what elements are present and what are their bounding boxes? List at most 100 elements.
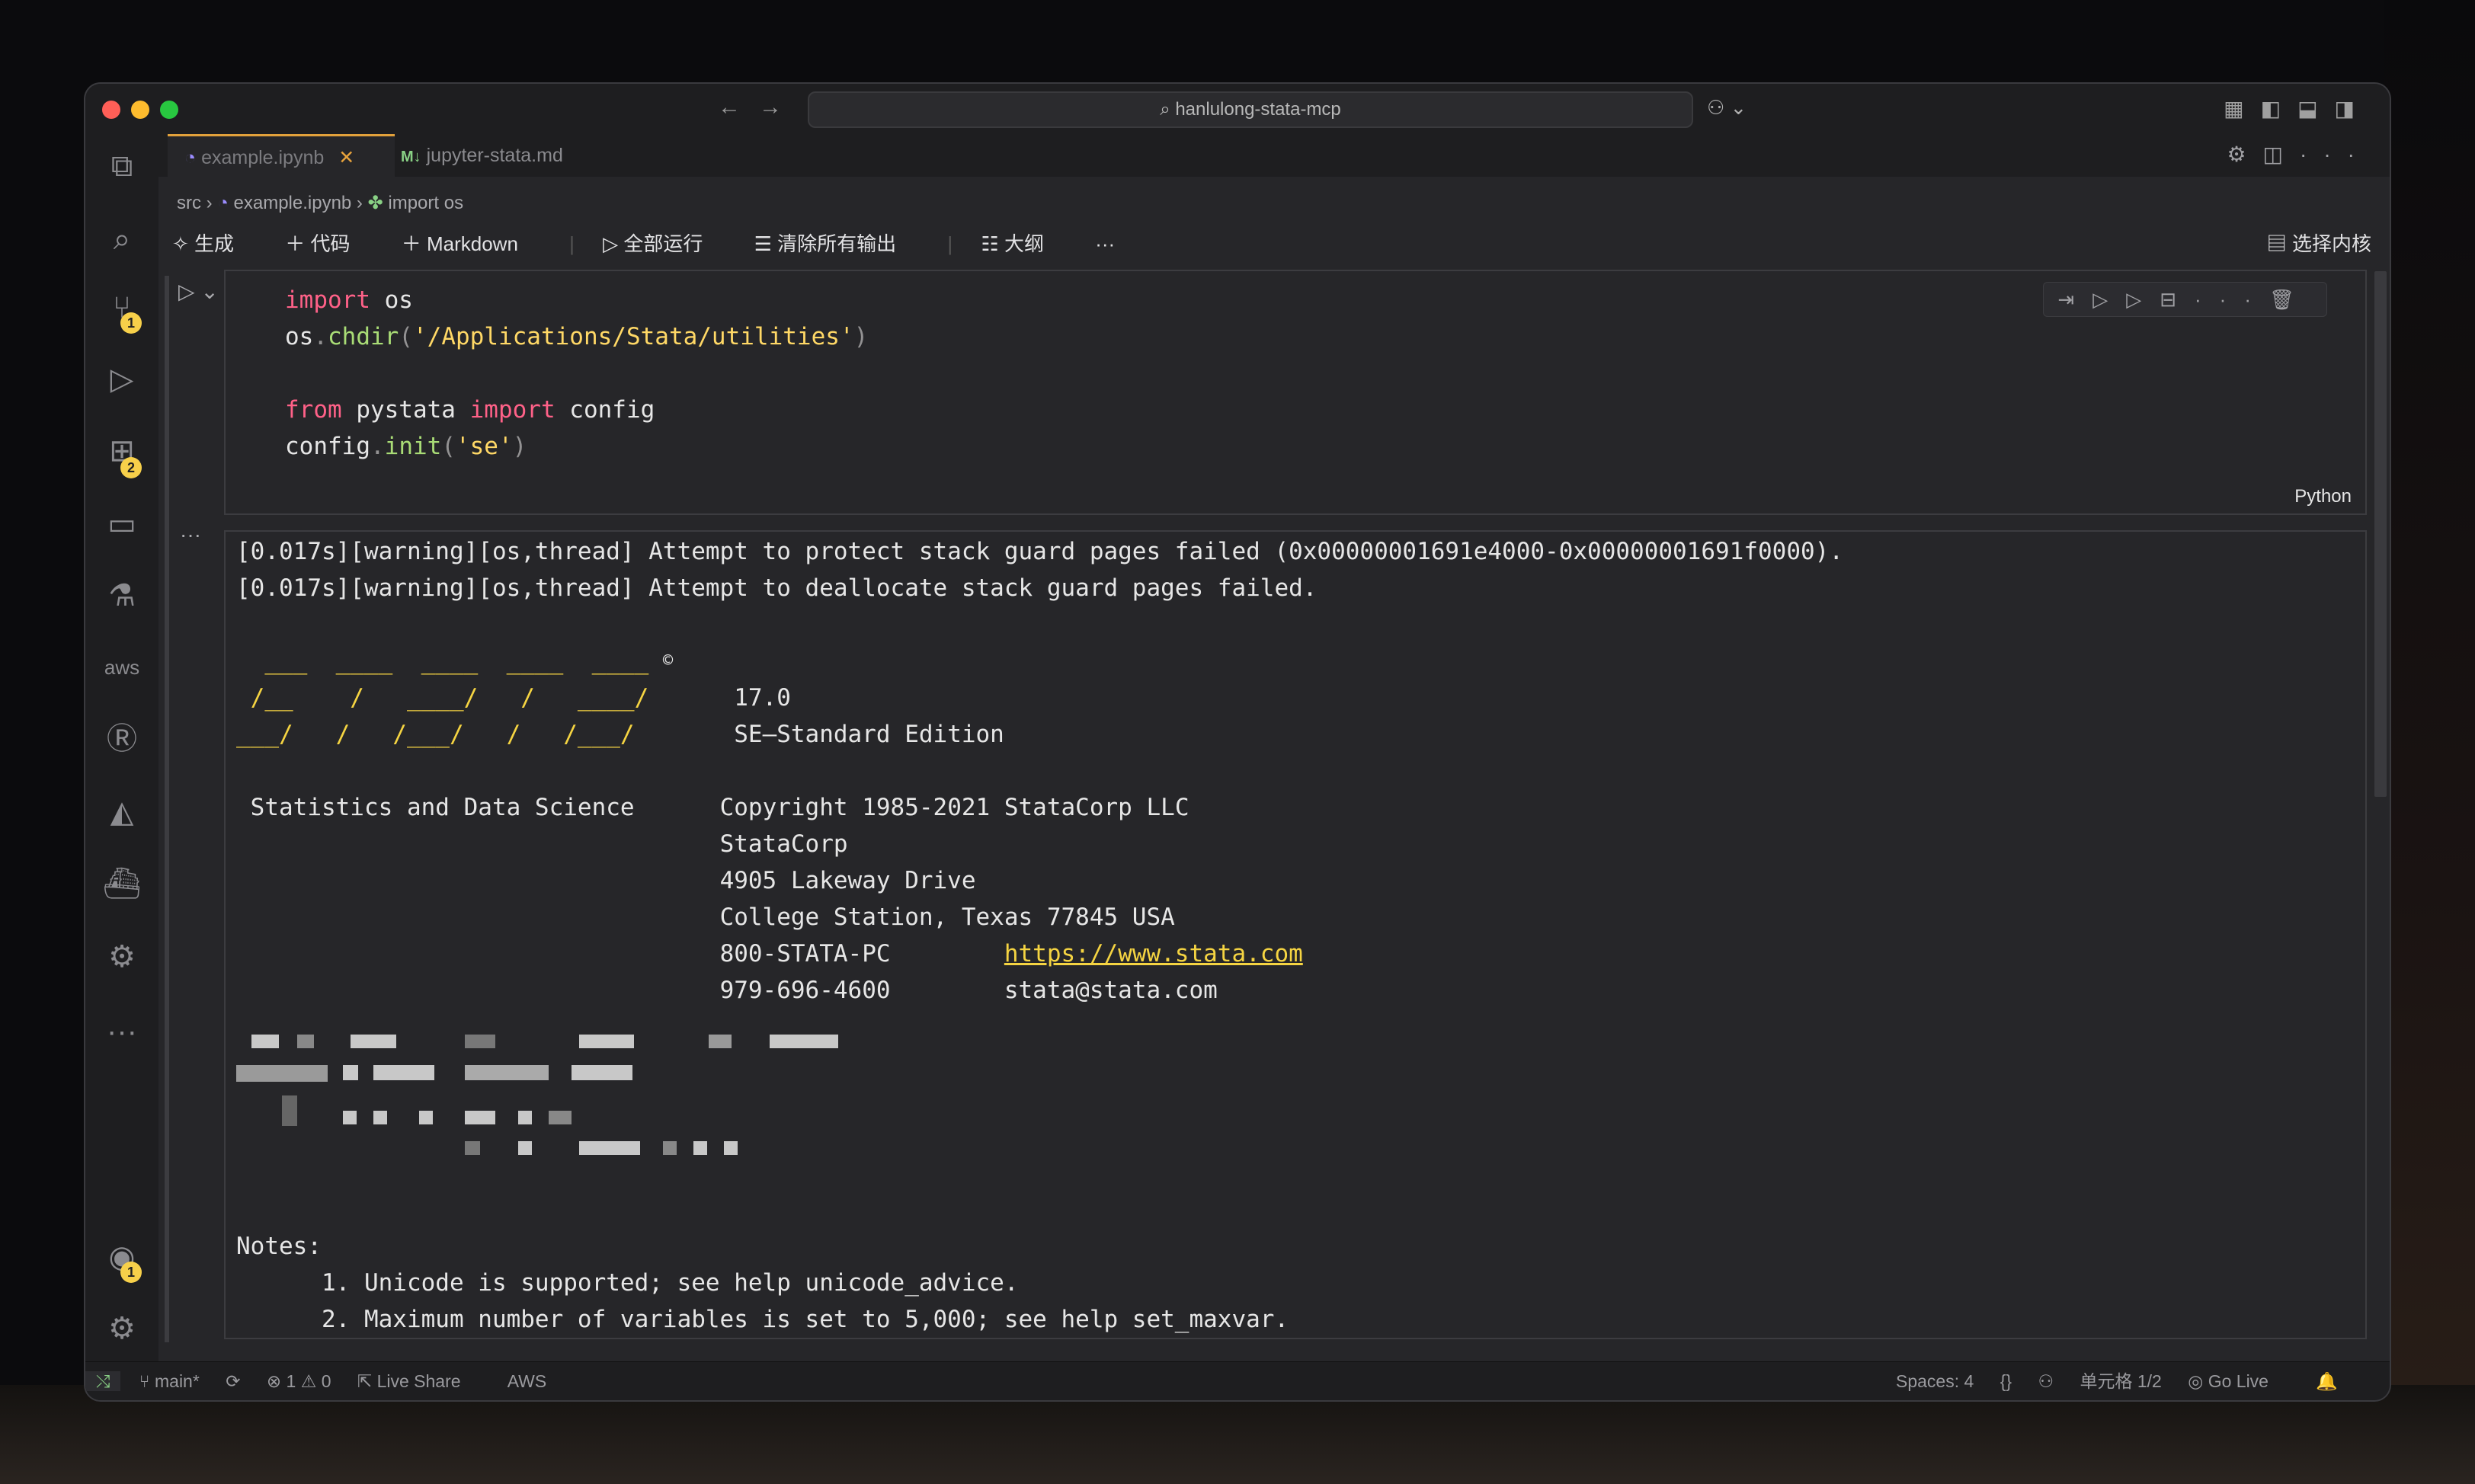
code-token: from: [285, 396, 342, 424]
settings-icon[interactable]: ⚙: [2227, 142, 2262, 166]
copyright-symbol: ©: [662, 651, 674, 670]
explorer-icon[interactable]: ⧉: [101, 145, 143, 187]
indentation-status[interactable]: Spaces: 4: [1896, 1371, 1974, 1391]
run-cell-icon[interactable]: ▷ ⌄: [178, 279, 219, 304]
clear-outputs-button[interactable]: ☰ 清除所有输出: [754, 232, 920, 255]
cell-language[interactable]: Python: [2294, 486, 2352, 507]
delete-cell-icon[interactable]: 🗑: [2269, 288, 2313, 311]
code-token: .: [370, 433, 385, 460]
tab-jupyter-stata-md[interactable]: M↓ jupyter-stata.md: [401, 134, 563, 177]
breadcrumb-file[interactable]: example.ipynb: [234, 193, 352, 213]
execute-below-icon[interactable]: ▷: [2126, 288, 2160, 311]
notebook-toolbar: ✧ 生成 ＋ 代码 ＋ Markdown | ▷ 全部运行 ☰ 清除所有输出 |…: [172, 229, 1138, 257]
breadcrumb: src › ◔ example.ipynb › ✤ import os: [177, 193, 464, 213]
output-line: StataCorp: [719, 830, 848, 858]
cell-focus-bar: [165, 276, 169, 1342]
pixelated-license-info: [236, 1035, 922, 1187]
settings-sync-icon[interactable]: ⚙: [101, 935, 143, 978]
code-token: init: [384, 433, 442, 460]
testing-icon[interactable]: ⚗: [101, 574, 143, 617]
accounts-badge: 1: [120, 1262, 142, 1283]
branch-indicator[interactable]: ⑂ main* ⟳: [139, 1371, 241, 1391]
branch-name: main*: [155, 1371, 200, 1391]
run-all-button[interactable]: ▷ 全部运行: [603, 232, 725, 255]
live-share-label: Live Share: [376, 1371, 461, 1391]
code-token: pystata: [341, 396, 470, 424]
add-code-button[interactable]: ＋ 代码: [285, 232, 373, 255]
output-more-icon[interactable]: ···: [180, 523, 201, 547]
go-live-button[interactable]: ◎ Go Live: [2188, 1371, 2290, 1391]
remote-indicator-icon[interactable]: ⤭: [85, 1371, 121, 1391]
notebook-icon: ◔: [184, 147, 197, 168]
code-cell[interactable]: import os os.chdir('/Applications/Stata/…: [224, 270, 2367, 515]
generate-label: 生成: [194, 232, 235, 255]
azure-icon[interactable]: ◭: [101, 791, 143, 833]
search-text: hanlulong-stata-mcp: [1175, 99, 1341, 120]
docker-icon[interactable]: ⛴: [101, 862, 143, 905]
toolbar-more-button[interactable]: ···: [1095, 232, 1115, 255]
command-center-search[interactable]: ⌕ hanlulong-stata-mcp: [808, 91, 1693, 128]
maximize-window-button[interactable]: [160, 101, 178, 119]
outline-button[interactable]: ☷ 大纲: [981, 232, 1067, 255]
breadcrumb-cell[interactable]: import os: [388, 193, 463, 213]
notifications-bell-icon[interactable]: 🔔: [2316, 1371, 2338, 1391]
run-cell-and-below-icon[interactable]: ▷: [2092, 288, 2126, 311]
more-views-icon[interactable]: ···: [101, 1010, 143, 1053]
customize-layout-icon[interactable]: ▦: [2224, 97, 2260, 120]
r-icon[interactable]: Ⓡ: [101, 718, 143, 760]
aws-status[interactable]: AWS: [507, 1371, 547, 1391]
toggle-sidebar-icon[interactable]: ◧: [2261, 97, 2297, 120]
status-bar: ⤭ ⑂ main* ⟳ ⊗ 1 ⚠ 0 ⇱ Live Share AWS Spa…: [85, 1361, 2390, 1400]
output-text: [0.017s][warning][os,thread] Attempt to …: [236, 533, 1843, 1338]
status-left: ⤭ ⑂ main* ⟳ ⊗ 1 ⚠ 0 ⇱ Live Share AWS: [85, 1362, 568, 1400]
split-cell-icon[interactable]: ⊟: [2160, 288, 2195, 311]
output-line: 800-STATA-PC: [719, 940, 891, 967]
editor-area: ◔ example.ipynb ✕ M↓ jupyter-stata.md ⚙◫…: [158, 134, 2390, 1362]
more-actions-icon[interactable]: ···: [2300, 142, 2371, 166]
braces-icon[interactable]: {}: [2000, 1371, 2012, 1391]
remote-explorer-icon[interactable]: ▭: [101, 503, 143, 545]
copilot-icon[interactable]: ⚇ ⌄: [1707, 96, 1747, 120]
go-live-label: Go Live: [2208, 1371, 2268, 1391]
source-control-badge: 1: [120, 312, 142, 334]
output-line: 4905 Lakeway Drive: [719, 867, 976, 894]
split-editor-icon[interactable]: ◫: [2263, 142, 2300, 166]
cell-toolbar: ⇥▷▷⊟···🗑: [2043, 282, 2327, 317]
run-above-icon[interactable]: ⇥: [2057, 288, 2092, 311]
run-all-label: 全部运行: [623, 232, 703, 255]
copilot-status-icon[interactable]: ⚇: [2038, 1371, 2054, 1391]
add-markdown-button[interactable]: ＋ Markdown: [402, 232, 541, 255]
toggle-secondary-sidebar-icon[interactable]: ◨: [2335, 97, 2371, 120]
close-window-button[interactable]: [102, 101, 120, 119]
manage-gear-icon[interactable]: ⚙: [101, 1307, 143, 1350]
separator: |: [569, 232, 575, 255]
close-tab-icon[interactable]: ✕: [338, 147, 354, 168]
generate-button[interactable]: ✧ 生成: [172, 232, 257, 255]
editor-scrollbar[interactable]: [2374, 271, 2387, 797]
cell-position[interactable]: 单元格 1/2: [2080, 1371, 2161, 1391]
cell-more-icon[interactable]: ···: [2195, 288, 2269, 311]
minimize-window-button[interactable]: [131, 101, 149, 119]
breadcrumb-src[interactable]: src: [177, 193, 201, 213]
live-share-button[interactable]: ⇱ Live Share: [357, 1371, 482, 1391]
extensions-badge: 2: [120, 457, 142, 478]
toggle-panel-icon[interactable]: ⬓: [2297, 97, 2334, 120]
code-token: import: [469, 396, 556, 424]
back-arrow-icon[interactable]: ←: [718, 94, 741, 120]
tab-actions: ⚙◫···: [2227, 142, 2371, 167]
activity-bar: ⧉ ⌕ ⑂ 1 ▷ ⊞ 2 ▭ ⚗ aws Ⓡ ◭ ⛴ ⚙ ··· ◉ 1 ⚙: [85, 134, 158, 1362]
forward-arrow-icon[interactable]: →: [759, 94, 782, 120]
tab-label: jupyter-stata.md: [426, 145, 563, 166]
run-debug-icon[interactable]: ▷: [101, 358, 143, 401]
code-token: ): [512, 433, 527, 460]
code-token: (: [399, 323, 413, 350]
tab-example-ipynb[interactable]: ◔ example.ipynb ✕: [168, 134, 395, 179]
markdown-icon: M↓: [401, 149, 421, 165]
stata-website-link[interactable]: https://www.stata.com: [1004, 940, 1303, 967]
code-editor[interactable]: import os os.chdir('/Applications/Stata/…: [285, 282, 868, 465]
aws-icon[interactable]: aws: [101, 646, 143, 689]
problems-indicator[interactable]: ⊗ 1 ⚠ 0: [267, 1371, 331, 1391]
select-kernel-button[interactable]: ▤ 选择内核: [2267, 229, 2371, 257]
cell-output: [0.017s][warning][os,thread] Attempt to …: [224, 530, 2367, 1339]
search-icon[interactable]: ⌕: [101, 218, 143, 261]
